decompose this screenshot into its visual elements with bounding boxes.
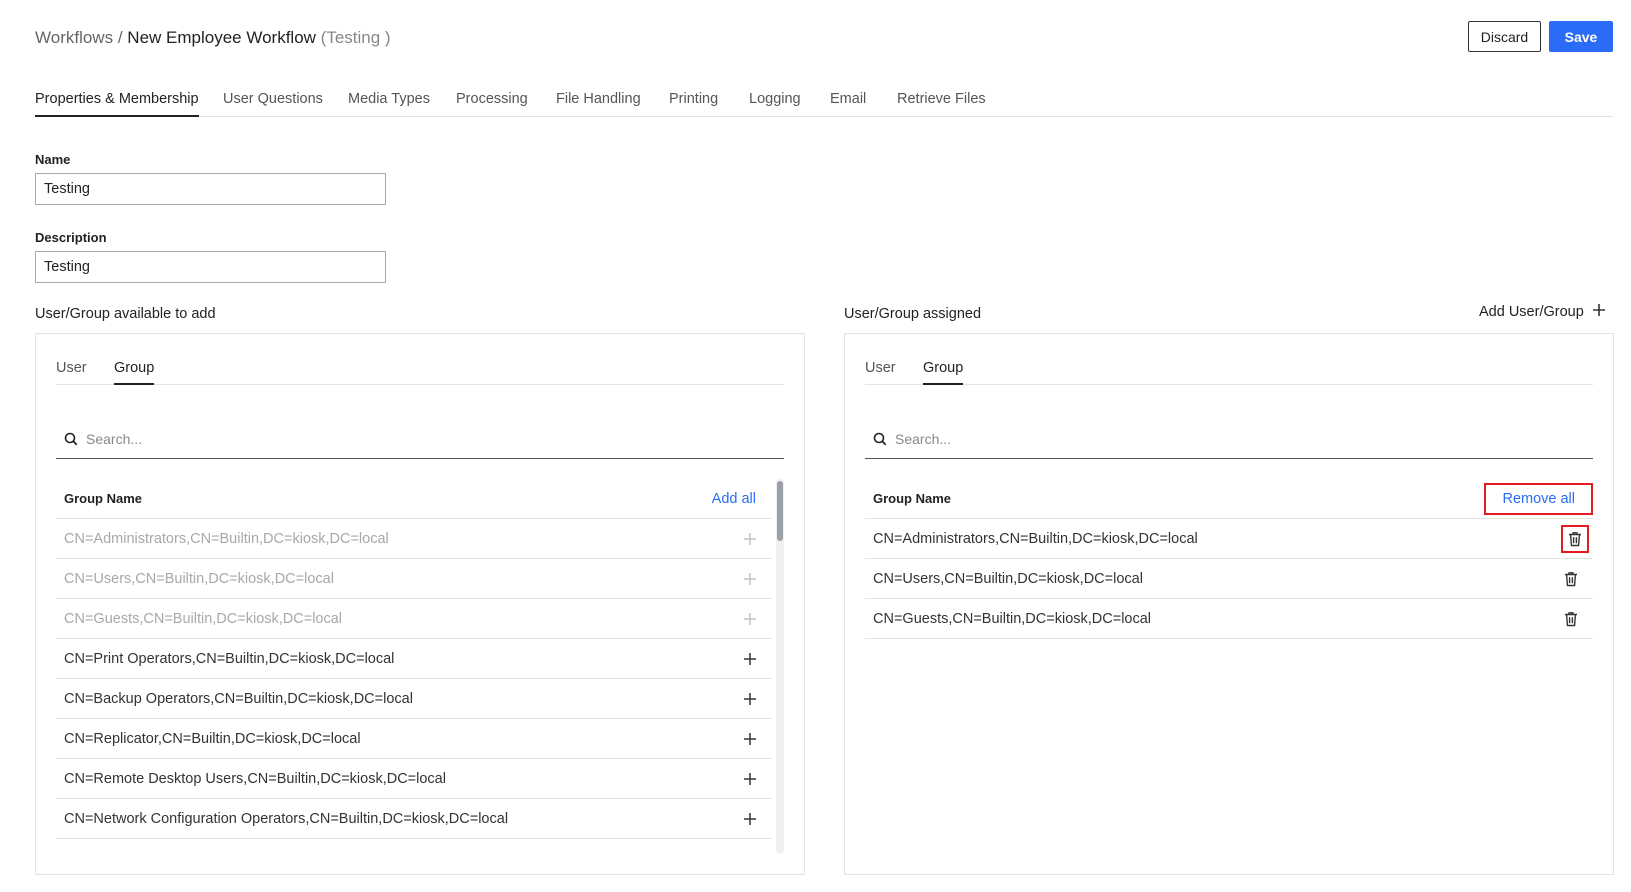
assigned-panel: User Group Group Name Remove all CN=Admi… [844,333,1614,875]
assigned-list: CN=Administrators,CN=Builtin,DC=kiosk,DC… [865,519,1593,639]
plus-icon[interactable] [736,725,764,753]
available-scrollbar[interactable] [776,479,784,854]
discard-button[interactable]: Discard [1468,21,1541,52]
table-row: CN=Print Operators,CN=Builtin,DC=kiosk,D… [56,639,772,679]
available-tab-user[interactable]: User [56,360,87,385]
table-row: CN=Network Configuration Operators,CN=Bu… [56,799,772,839]
group-name: CN=Replicator,CN=Builtin,DC=kiosk,DC=loc… [64,730,361,747]
group-name: CN=Backup Operators,CN=Builtin,DC=kiosk,… [64,690,413,707]
tab-user-questions[interactable]: User Questions [223,91,323,117]
group-name: CN=Users,CN=Builtin,DC=kiosk,DC=local [64,570,334,587]
group-name: CN=Guests,CN=Builtin,DC=kiosk,DC=local [64,610,343,627]
tab-processing[interactable]: Processing [456,91,528,117]
table-row: CN=Administrators,CN=Builtin,DC=kiosk,DC… [56,519,772,559]
table-row: CN=Remote Desktop Users,CN=Builtin,DC=ki… [56,759,772,799]
plus-icon [736,525,764,553]
tab-logging[interactable]: Logging [749,91,801,117]
group-name: CN=Administrators,CN=Builtin,DC=kiosk,DC… [873,530,1198,547]
description-label: Description [35,230,107,245]
available-sub-tabs: User Group [56,354,784,385]
plus-icon [736,605,764,633]
plus-icon [1592,303,1606,321]
available-list: CN=Administrators,CN=Builtin,DC=kiosk,DC… [56,519,772,839]
available-panel: User Group Group Name Add all CN=Adminis… [35,333,805,875]
tab-bar: Properties & Membership User Questions M… [35,88,1613,117]
plus-icon[interactable] [736,765,764,793]
available-tab-group[interactable]: Group [114,360,155,385]
breadcrumb-root[interactable]: Workflows [35,28,113,47]
breadcrumb-current: New Employee Workflow [127,28,316,47]
available-table-header: Group Name Add all [56,479,772,519]
group-name-column-header: Group Name [64,491,143,506]
group-name-column-header: Group Name [873,491,952,506]
workflow-status: (Testing ) [320,28,391,47]
tab-retrieve-files[interactable]: Retrieve Files [897,91,986,117]
assigned-search-input[interactable] [895,424,1593,454]
tab-email[interactable]: Email [830,91,866,117]
description-field[interactable] [35,251,386,283]
assigned-table-header: Group Name Remove all [865,479,1593,519]
tab-properties-membership[interactable]: Properties & Membership [35,91,199,117]
group-name: CN=Users,CN=Builtin,DC=kiosk,DC=local [873,570,1143,587]
table-row: CN=Replicator,CN=Builtin,DC=kiosk,DC=loc… [56,719,772,759]
plus-icon[interactable] [736,645,764,673]
tab-printing[interactable]: Printing [669,91,718,117]
available-section-label: User/Group available to add [35,306,216,322]
add-user-group-label: Add User/Group [1479,304,1584,320]
group-name: CN=Remote Desktop Users,CN=Builtin,DC=ki… [64,770,446,787]
assigned-section-label: User/Group assigned [844,306,982,322]
name-label: Name [35,152,71,167]
plus-icon [736,565,764,593]
tab-media-types[interactable]: Media Types [348,91,430,117]
trash-icon[interactable] [1557,605,1585,633]
available-search-input[interactable] [86,424,784,454]
group-name: CN=Guests,CN=Builtin,DC=kiosk,DC=local [873,610,1152,627]
add-all-button[interactable]: Add all [704,485,764,513]
assigned-tab-user[interactable]: User [865,360,896,385]
assigned-sub-tabs: User Group [865,354,1593,385]
search-icon [56,432,86,446]
available-search [56,420,784,459]
breadcrumb-separator: / [117,28,123,47]
name-field[interactable] [35,173,386,205]
add-user-group-button[interactable]: Add User/Group [1479,303,1606,321]
group-name: CN=Print Operators,CN=Builtin,DC=kiosk,D… [64,650,395,667]
trash-icon[interactable] [1561,524,1589,553]
plus-icon[interactable] [736,685,764,713]
plus-icon[interactable] [736,805,764,833]
table-row: CN=Guests,CN=Builtin,DC=kiosk,DC=local [56,599,772,639]
assigned-tab-group[interactable]: Group [923,360,964,385]
table-row: CN=Administrators,CN=Builtin,DC=kiosk,DC… [865,519,1593,559]
remove-all-button[interactable]: Remove all [1484,482,1593,515]
assigned-search [865,420,1593,459]
trash-icon[interactable] [1557,565,1585,593]
table-row: CN=Users,CN=Builtin,DC=kiosk,DC=local [865,559,1593,599]
tab-file-handling[interactable]: File Handling [556,91,641,117]
scroll-thumb[interactable] [777,481,783,541]
table-row: CN=Backup Operators,CN=Builtin,DC=kiosk,… [56,679,772,719]
search-icon [865,432,895,446]
breadcrumb: Workflows / New Employee Workflow (Testi… [35,28,391,48]
group-name: CN=Administrators,CN=Builtin,DC=kiosk,DC… [64,530,389,547]
table-row: CN=Guests,CN=Builtin,DC=kiosk,DC=local [865,599,1593,639]
group-name: CN=Network Configuration Operators,CN=Bu… [64,810,509,827]
table-row: CN=Users,CN=Builtin,DC=kiosk,DC=local [56,559,772,599]
save-button[interactable]: Save [1549,21,1613,52]
